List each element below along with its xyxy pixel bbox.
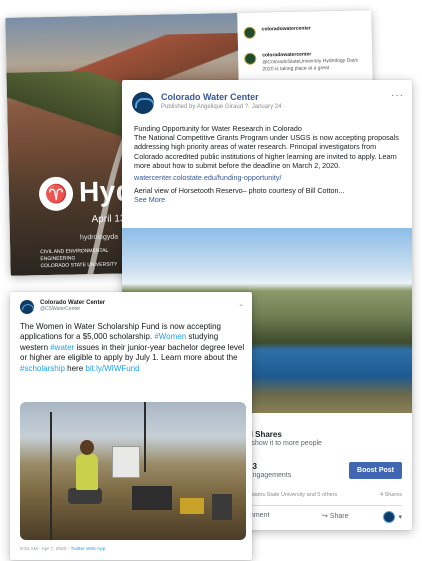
- facebook-post-header: Colorado Water Center Published by Angel…: [132, 92, 285, 114]
- more-options-icon[interactable]: ···: [391, 90, 404, 101]
- action-divider: [248, 505, 402, 506]
- avatar[interactable]: [244, 52, 257, 65]
- person-vest: [76, 454, 98, 490]
- chevron-down-icon[interactable]: ⌄: [238, 300, 244, 308]
- account-handle[interactable]: @CSWaterCenter: [40, 306, 105, 312]
- yellow-equipment: [180, 498, 204, 514]
- field-researcher-photo[interactable]: [20, 402, 246, 540]
- share-icon: ↪: [322, 513, 330, 520]
- post-as-menu[interactable]: ▾: [383, 511, 402, 523]
- instagram-header-row[interactable]: coloradowatercenter: [243, 25, 311, 39]
- twitter-post-card: Colorado Water Center @CSWaterCenter ⌄ T…: [10, 292, 252, 560]
- battery-box: [212, 494, 232, 520]
- see-more-link[interactable]: See More: [134, 195, 400, 204]
- tweet-timestamp[interactable]: 9:31 AM · Apr 7, 2020 ·: [20, 547, 71, 552]
- tweet-source[interactable]: Twitter Web App: [71, 547, 106, 552]
- shares-prompt: d Shares l show it to more people: [248, 430, 322, 447]
- equipment-case: [132, 486, 172, 510]
- instagram-username[interactable]: coloradowatercenter: [262, 25, 311, 32]
- share-button[interactable]: ↪ Share: [322, 512, 349, 520]
- csu-ram-logo-icon: ♈: [38, 176, 74, 212]
- shares-subtitle: l show it to more people: [248, 440, 322, 447]
- hashtag-scholarship[interactable]: #scholarship: [20, 364, 65, 373]
- tripod-pole: [50, 412, 52, 540]
- avatar: [383, 511, 396, 523]
- tweet-footer: 9:31 AM · Apr 7, 2020 · Twitter Web App: [20, 547, 105, 552]
- tweet-text: The Women in Water Scholarship Fund is n…: [20, 322, 246, 374]
- post-paragraph: Funding Opportunity for Water Research i…: [134, 124, 302, 133]
- post-body: Funding Opportunity for Water Research i…: [134, 124, 400, 208]
- avatar[interactable]: [243, 26, 256, 39]
- tweet-text-part: here: [64, 363, 86, 373]
- person-legs: [68, 488, 102, 504]
- post-paragraph: Aerial view of Horsetooth Reservo– photo…: [134, 186, 345, 196]
- shares-title: d Shares: [248, 430, 282, 439]
- avatar[interactable]: [132, 92, 154, 114]
- engagements-label: Engagements: [248, 472, 292, 479]
- person-head: [80, 440, 94, 455]
- hashtag-water[interactable]: #water: [50, 343, 74, 352]
- post-paragraph: The National Competitive Grants Program …: [134, 133, 399, 170]
- page-name-link[interactable]: Colorado Water Center: [161, 92, 285, 102]
- chevron-down-icon: ▾: [398, 514, 402, 521]
- post-link[interactable]: watercenter.colostate.edu/funding-opport…: [134, 173, 400, 182]
- share-count[interactable]: 4 Shares: [380, 492, 402, 498]
- instagram-caption-row: coloradowatercenter @ColoradoStateUniver…: [244, 50, 362, 73]
- avatar[interactable]: [20, 300, 34, 314]
- hashtag-women[interactable]: #Women: [154, 332, 186, 341]
- tweet-link[interactable]: bit.ly/WIWFund: [85, 364, 139, 373]
- event-subtitle: hydrologyda: [79, 233, 119, 242]
- liked-by-text[interactable]: Adams State University and 5 others: [248, 492, 337, 498]
- share-label: Share: [329, 513, 349, 520]
- instagram-caption: @ColoradoStateUniversity Hydrology Days …: [262, 57, 359, 73]
- antenna-pole: [144, 402, 146, 472]
- tweet-header: Colorado Water Center @CSWaterCenter: [20, 300, 105, 314]
- post-meta: Published by Angelique Giraud ?· January…: [161, 104, 286, 110]
- monitoring-device: [112, 446, 140, 478]
- boost-post-button[interactable]: Boost Post: [349, 462, 402, 479]
